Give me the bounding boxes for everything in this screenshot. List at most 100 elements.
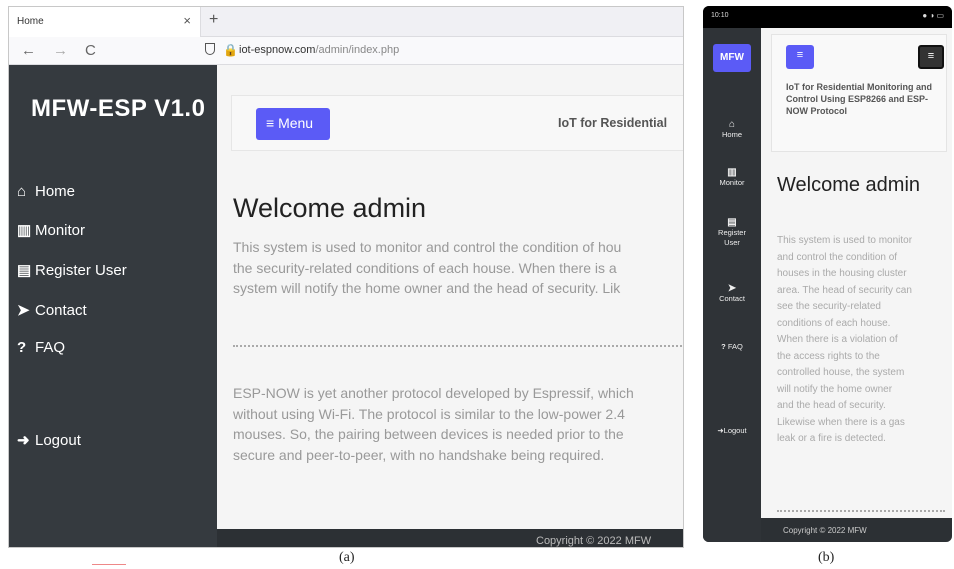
intro-paragraph: This system is used to monitor and contr… — [233, 237, 683, 299]
sidebar-item-label: Register User — [35, 262, 127, 279]
mobile-screen: 10:10 ● ◑ ▭ MFW ⌂ Home ▥ Monitor ▤ Register… — [703, 6, 952, 542]
page-title: Welcome admin — [777, 174, 921, 196]
page-title: Welcome admin — [233, 193, 427, 223]
sidebar-item-label: FAQ — [727, 342, 743, 351]
sidebar-item-label: Monitor — [719, 178, 745, 187]
paragraph-line: will notify the home owner — [777, 383, 893, 395]
back-arrow-icon[interactable]: ← — [21, 42, 36, 59]
sidebar-item-register-user[interactable]: ▤ Register User — [703, 218, 761, 248]
sidebar-item-home[interactable]: ⌂ Home — [703, 120, 761, 140]
caption-b: (b) — [818, 550, 835, 565]
paragraph-line: the access rights to the — [777, 350, 880, 362]
paragraph-line: mouses. So, the pairing between devices … — [233, 426, 624, 442]
menu-icon: ≡ — [796, 49, 804, 61]
tab-bar: Home × + — [9, 7, 683, 37]
menu-button-label: Menu — [278, 115, 314, 131]
user-card-icon: ▤ — [727, 217, 737, 228]
footer: Copyright © 2022 MFW — [761, 518, 952, 542]
new-tab-button[interactable]: + — [209, 11, 218, 29]
paragraph-line: system will notify the home owner and th… — [233, 280, 621, 296]
forward-arrow-icon[interactable]: → — [53, 42, 68, 59]
paragraph-line: Likewise when there is a gas — [777, 416, 905, 428]
paragraph-line: This system is used to monitor — [777, 235, 913, 246]
status-bar: 10:10 ● ◑ ▭ — [703, 6, 952, 28]
sidebar-item-label: Logout — [723, 426, 747, 435]
paragraph-line: see the security-related — [777, 301, 881, 312]
figure: Home × + ← → C 🔒 iot-espnow.com/admin/in… — [0, 0, 954, 569]
sidebar: MFW-ESP V1.0 ⌂ Home ▥ Monitor ▤ Register Us… — [9, 65, 217, 547]
menu-button[interactable]: ≡ — [786, 45, 814, 69]
menu-button[interactable]: ≡ Menu — [256, 108, 330, 140]
home-icon: ⌂ — [728, 119, 736, 130]
sidebar-item-home[interactable]: ⌂ Home — [17, 183, 75, 200]
logout-icon: ➜ — [17, 432, 30, 449]
tab-home[interactable]: Home × — [9, 7, 201, 37]
red-underline-mark — [92, 564, 126, 565]
paragraph-line: controlled house, the system — [777, 367, 905, 378]
user-card-icon: ▤ — [17, 262, 32, 279]
paragraph-line: secure and peer-to-peer, with no handsha… — [233, 446, 605, 463]
home-icon: ⌂ — [17, 183, 27, 200]
sidebar-item-monitor[interactable]: ▥ Monitor — [703, 168, 761, 188]
url-field[interactable]: iot-espnow.com/admin/index.php — [239, 44, 399, 56]
sidebar-item-logout[interactable]: ➜Logout — [703, 426, 761, 436]
paragraph-line: When there is a violation of — [777, 334, 898, 345]
paragraph-line: the security-related conditions of each … — [233, 259, 617, 276]
sidebar: MFW ⌂ Home ▥ Monitor ▤ Register User ➤ Conta… — [703, 28, 761, 542]
desktop-browser-window: Home × + ← → C 🔒 iot-espnow.com/admin/in… — [8, 6, 684, 548]
sidebar-item-logout[interactable]: ➜ Logout — [17, 431, 81, 449]
dotted-divider — [233, 345, 683, 347]
sidebar-item-label: Logout — [35, 432, 81, 449]
paper-plane-icon: ➤ — [727, 283, 737, 294]
main-content: ≡ ≡ IoT for Residential Monitoring and C… — [761, 28, 952, 542]
tab-title: Home — [17, 16, 44, 27]
brand-logo: MFW — [713, 44, 751, 72]
app-title: IoT for Residential Monitoring and Contr… — [786, 82, 932, 116]
paragraph-line: houses in the housing cluster — [777, 268, 907, 279]
lock-icon[interactable]: 🔒 — [223, 43, 238, 57]
sidebar-item-label: Monitor — [35, 222, 86, 239]
sidebar-item-label: Register User — [718, 228, 746, 247]
sidebar-item-label: Home — [35, 183, 76, 200]
espnow-paragraph: ESP-NOW is yet another protocol develope… — [233, 383, 683, 465]
dotted-divider — [777, 510, 945, 512]
url-host: iot-espnow.com — [239, 44, 316, 56]
paragraph-line: and the head of security. — [777, 400, 886, 411]
sidebar-item-label: Home — [721, 130, 742, 139]
sidebar-item-monitor[interactable]: ▥ Monitor — [17, 221, 85, 239]
paragraph-line: area. The head of security can — [777, 284, 912, 296]
paragraph-line: without using Wi-Fi. The protocol is sim… — [233, 405, 625, 422]
sidebar-item-label: Contact — [35, 302, 87, 319]
brand-logo: MFW-ESP V1.0 — [31, 95, 206, 122]
menu-icon: ≡ — [266, 115, 275, 131]
app-title: IoT for Residential — [558, 116, 668, 130]
sidebar-item-faq[interactable]: ? FAQ — [703, 342, 761, 352]
url-path: /admin/index.php — [315, 44, 400, 56]
sidebar-item-contact[interactable]: ➤ Contact — [703, 284, 761, 304]
sidebar-item-register-user[interactable]: ▤ Register User — [17, 261, 127, 279]
sidebar-item-label: Contact — [719, 294, 745, 303]
reload-icon[interactable]: C — [85, 42, 96, 59]
main-content: ≡ Menu IoT for Residential Welcome admin… — [217, 65, 683, 547]
sidebar-item-faq[interactable]: ? FAQ — [17, 339, 65, 356]
paragraph-line: conditions of each house. — [777, 317, 891, 329]
question-icon: ? — [721, 342, 726, 351]
paper-plane-icon: ➤ — [17, 302, 30, 319]
paragraph-line: and control the condition of — [777, 251, 898, 263]
hamburger-button[interactable]: ≡ — [918, 45, 944, 69]
sidebar-item-contact[interactable]: ➤ Contact — [17, 301, 87, 319]
clock: 10:10 — [711, 12, 729, 19]
question-icon: ? — [17, 339, 27, 356]
close-tab-icon[interactable]: × — [183, 13, 191, 28]
top-navbar: ≡ Menu IoT for Residential — [231, 95, 683, 151]
paragraph-line: This system is used to monitor and contr… — [233, 239, 622, 255]
paragraph-line: leak or a fire is detected. — [777, 433, 886, 444]
chart-icon: ▥ — [17, 222, 32, 239]
battery-icon: ● ◑ ▭ — [922, 11, 944, 20]
footer: Copyright © 2022 MFW — [217, 529, 683, 547]
top-navbar: ≡ ≡ IoT for Residential Monitoring and C… — [771, 34, 947, 152]
intro-paragraph: This system is used to monitor and contr… — [777, 233, 949, 448]
chart-icon: ▥ — [727, 167, 737, 178]
caption-a: (a) — [339, 550, 355, 565]
shield-icon[interactable] — [205, 43, 215, 55]
